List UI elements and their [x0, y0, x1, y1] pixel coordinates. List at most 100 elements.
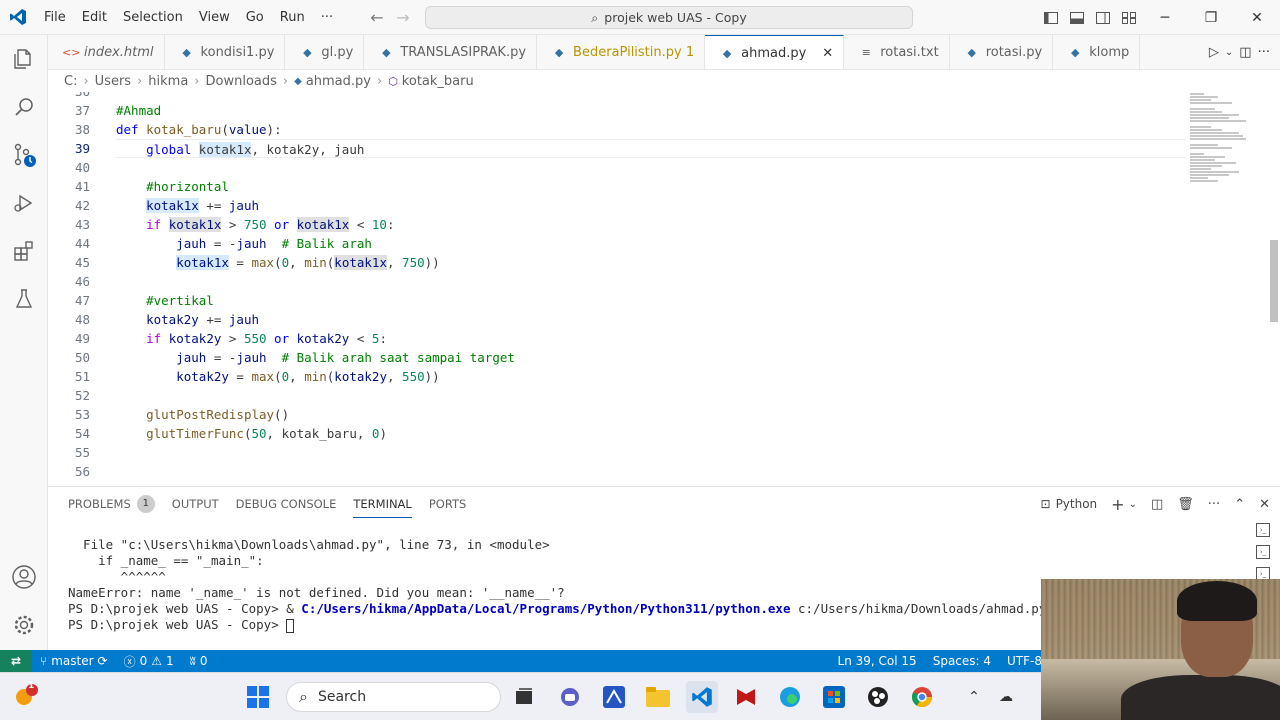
close-panel-icon[interactable]: ✕ [1259, 497, 1270, 512]
minimap-line [1190, 177, 1208, 179]
settings-gear-icon[interactable] [0, 601, 48, 649]
chevron-down-icon[interactable]: ⌄ [1129, 499, 1137, 510]
vscode-taskbar-icon[interactable] [686, 681, 718, 713]
extensions-icon[interactable] [0, 227, 48, 275]
tab-kondisi1[interactable]: ◆ kondisi1.py [165, 35, 286, 69]
vscode-logo-icon [0, 0, 36, 35]
run-file-icon[interactable]: ▷ [1209, 45, 1219, 60]
windows-start-icon[interactable] [242, 681, 274, 713]
accounts-icon[interactable] [0, 553, 48, 601]
tab-label: PORTS [428, 497, 467, 511]
menu-more[interactable]: ··· [313, 0, 341, 35]
explorer-icon[interactable] [0, 35, 48, 83]
forward-arrow-icon[interactable]: → [390, 8, 416, 27]
breadcrumb-drive[interactable]: C: [64, 74, 77, 89]
minimap[interactable] [1190, 92, 1260, 202]
tab-label: OUTPUT [171, 497, 219, 511]
customize-layout-icon[interactable] [1116, 0, 1142, 35]
file-explorer-icon[interactable] [642, 681, 674, 713]
command-center[interactable]: ⌕ projek web UAS - Copy [425, 6, 913, 29]
tab-rotasi-txt[interactable]: ≡ rotasi.txt [844, 35, 950, 69]
tab-debug-console[interactable]: DEBUG CONSOLE [236, 487, 354, 521]
line-number: 55 [74, 445, 90, 460]
tab-ahmad[interactable]: ◆ ahmad.py ✕ [705, 35, 845, 69]
tab-translasiprak[interactable]: ◆ TRANSLASIPRAK.py [364, 35, 538, 69]
terminal-list: ›_ ›_ ›_ [1256, 523, 1270, 581]
task-view-icon[interactable] [508, 681, 540, 713]
new-terminal-icon[interactable]: + [1111, 495, 1124, 514]
chevron-down-icon[interactable]: ⌄ [1225, 47, 1233, 58]
tab-gl[interactable]: ◆ gl.py [285, 35, 365, 69]
terminal-output[interactable]: File "c:\Users\hikma\Downloads\ahmad.py"… [68, 537, 1046, 633]
chat-icon[interactable] [554, 681, 586, 713]
edge-icon[interactable] [774, 681, 806, 713]
tab-label: PROBLEMS [68, 497, 131, 511]
minimize-button[interactable]: ─ [1142, 0, 1188, 35]
close-window-button[interactable]: ✕ [1234, 0, 1280, 35]
ports-indicator[interactable]: ʬ 0 [182, 654, 216, 668]
split-terminal-icon[interactable]: ◫ [1151, 497, 1163, 512]
remote-indicator-icon[interactable]: ⇄ [0, 650, 32, 672]
python-icon: ◆ [303, 46, 312, 59]
toggle-secondary-sidebar-icon[interactable] [1090, 0, 1116, 35]
indentation[interactable]: Spaces: 4 [925, 654, 999, 668]
tab-ports[interactable]: PORTS [429, 487, 483, 521]
code-line: kotak1x = max(0, min(kotak1x, 750)) [176, 255, 440, 270]
tab-problems[interactable]: PROBLEMS 1 [68, 487, 172, 521]
mcafee-icon[interactable] [730, 681, 762, 713]
line-number: 56 [74, 464, 90, 479]
terminal-shell-selector[interactable]: ⊡ Python [1041, 497, 1098, 511]
tab-label: kondisi1.py [200, 45, 275, 60]
split-editor-icon[interactable]: ◫ [1239, 45, 1251, 60]
tab-bederapilistin[interactable]: ◆ BederaPilistin.py 1 [537, 35, 706, 69]
weather-widget-icon[interactable]: 1 [8, 681, 40, 713]
app-icon[interactable] [598, 681, 630, 713]
trash-icon[interactable]: 🗑 [1177, 497, 1194, 512]
terminal-instance-icon[interactable]: ›_ [1256, 523, 1270, 537]
onedrive-icon[interactable]: ☁ [990, 681, 1022, 713]
scrollbar-thumb[interactable] [1270, 240, 1278, 322]
problems-indicator[interactable]: ⓧ 0 ⚠ 1 [116, 653, 182, 670]
microsoft-store-icon[interactable] [818, 681, 850, 713]
testing-flask-icon[interactable] [0, 275, 48, 323]
cursor-position[interactable]: Ln 39, Col 15 [830, 654, 925, 668]
sync-icon: ⟳ [97, 654, 108, 668]
search-view-icon[interactable] [0, 83, 48, 131]
obs-icon[interactable] [862, 681, 894, 713]
tab-rotasi-py[interactable]: ◆ rotasi.py [950, 35, 1054, 69]
breadcrumb-downloads[interactable]: Downloads [206, 74, 277, 89]
chevron-up-icon[interactable]: ⌃ [958, 681, 990, 713]
breadcrumb-hikma[interactable]: hikma [148, 74, 188, 89]
more-actions-icon[interactable]: ··· [1208, 497, 1220, 512]
editor-scrollbar[interactable] [1266, 92, 1280, 486]
menu-selection[interactable]: Selection [115, 0, 191, 35]
close-tab-icon[interactable]: ✕ [822, 46, 833, 61]
menu-go[interactable]: Go [238, 0, 272, 35]
back-arrow-icon[interactable]: ← [364, 8, 390, 27]
taskbar-search[interactable]: ⌕ Search [286, 682, 501, 712]
more-actions-icon[interactable]: ··· [1258, 45, 1270, 60]
terminal-instance-icon[interactable]: ›_ [1256, 545, 1270, 559]
tab-index-html[interactable]: <> index.html [48, 35, 165, 69]
run-debug-icon[interactable] [0, 179, 48, 227]
menu-file[interactable]: File [36, 0, 74, 35]
terminal-line: NameError: name '_name_' is not defined.… [68, 585, 565, 600]
breadcrumb-file[interactable]: ahmad.py [306, 74, 371, 89]
tab-terminal[interactable]: TERMINAL [353, 490, 412, 518]
tab-output[interactable]: OUTPUT [172, 487, 236, 521]
branch-indicator[interactable]: ⑂ master ⟳ [32, 654, 116, 668]
toggle-panel-icon[interactable] [1064, 0, 1090, 35]
menu-edit[interactable]: Edit [74, 0, 115, 35]
breadcrumb-symbol[interactable]: kotak_baru [402, 74, 474, 89]
menu-view[interactable]: View [191, 0, 238, 35]
chrome-icon[interactable] [906, 681, 938, 713]
menu-run[interactable]: Run [272, 0, 313, 35]
restore-button[interactable]: ❐ [1188, 0, 1234, 35]
source-control-icon[interactable] [0, 131, 48, 179]
code-editor[interactable]: 36 37 38 39 40 41 42 43 44 45 46 47 48 4… [48, 92, 1280, 486]
maximize-panel-icon[interactable]: ⌃ [1234, 497, 1245, 512]
tab-klomp[interactable]: ◆ klomp [1053, 35, 1141, 69]
toggle-sidebar-icon[interactable] [1038, 0, 1064, 35]
breadcrumb-users[interactable]: Users [95, 74, 131, 89]
